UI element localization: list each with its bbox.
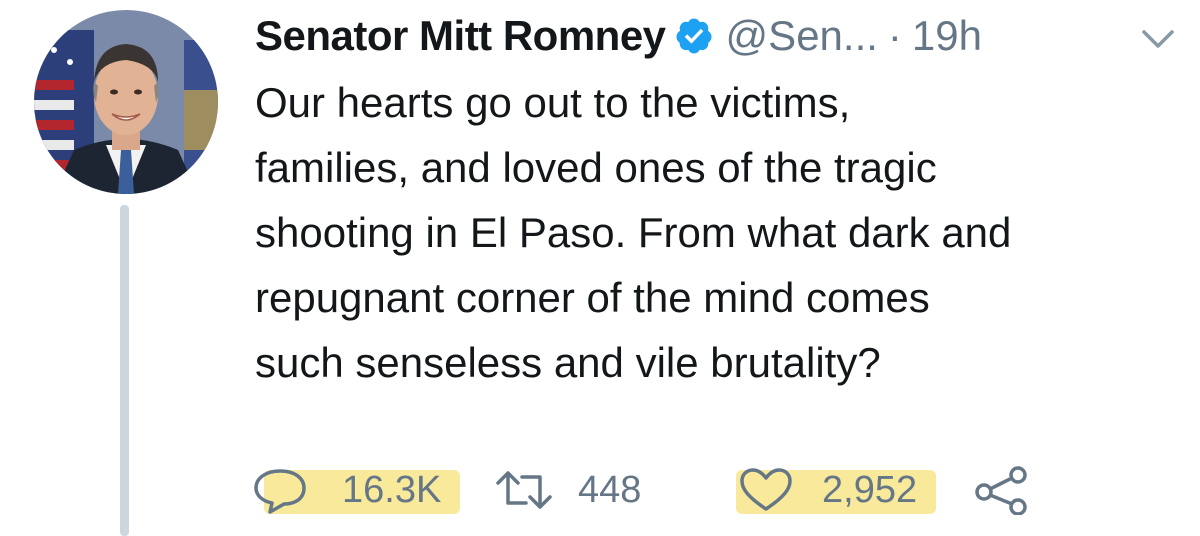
profile-avatar[interactable] bbox=[34, 10, 218, 194]
chevron-down-icon[interactable] bbox=[1140, 24, 1176, 52]
share-icon bbox=[975, 466, 1027, 515]
user-handle[interactable]: @Sen... bbox=[726, 12, 878, 60]
avatar-photo bbox=[34, 10, 218, 194]
retweet-count: 448 bbox=[578, 468, 642, 511]
verified-badge-icon bbox=[676, 18, 712, 54]
heart-icon bbox=[740, 468, 792, 511]
tweet-actions: 16.3K 448 2,952 bbox=[250, 462, 1150, 518]
reply-count: 16.3K bbox=[342, 468, 442, 511]
tweet-card[interactable]: Senator Mitt Romney @Sen... · 19h Our he… bbox=[0, 0, 1200, 536]
thread-line bbox=[120, 205, 129, 536]
tweet-header: Senator Mitt Romney @Sen... · 19h bbox=[255, 8, 982, 64]
retweet-button[interactable]: 448 bbox=[494, 462, 641, 518]
tweet-text: Our hearts go out to the victims, famili… bbox=[255, 79, 1012, 386]
reply-button[interactable]: 16.3K bbox=[250, 462, 460, 518]
timestamp[interactable]: 19h bbox=[912, 12, 982, 60]
reply-bubble-icon bbox=[254, 469, 306, 514]
share-button[interactable] bbox=[974, 462, 1030, 518]
display-name[interactable]: Senator Mitt Romney bbox=[255, 12, 666, 60]
separator-dot: · bbox=[887, 12, 902, 59]
retweet-icon bbox=[496, 471, 552, 509]
like-button[interactable]: 2,952 bbox=[736, 462, 936, 518]
like-count: 2,952 bbox=[822, 468, 918, 511]
